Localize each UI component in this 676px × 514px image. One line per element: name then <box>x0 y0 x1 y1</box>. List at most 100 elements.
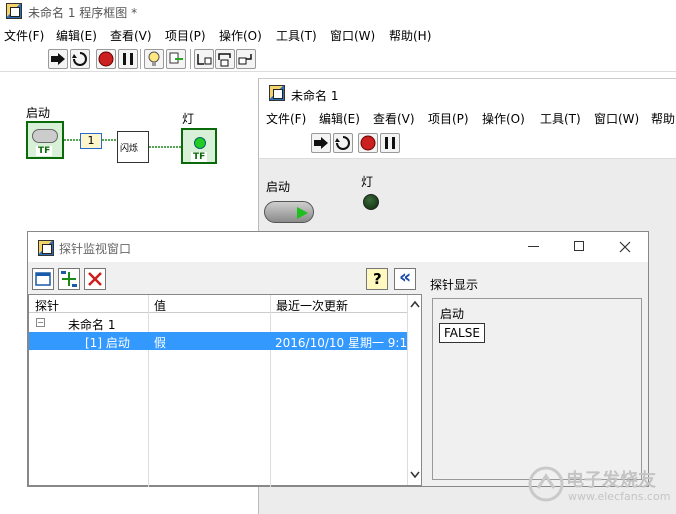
menu-help[interactable]: 帮助(H) <box>389 27 431 44</box>
start-control-label: 启动 <box>26 106 51 120</box>
lamp-terminal-type: TF <box>191 152 208 162</box>
watermark-url: www.elecfans.com <box>568 490 671 503</box>
help-icon: ? <box>373 270 382 288</box>
front-panel-menubar: 文件(F) 编辑(E) 查看(V) 项目(P) 操作(O) 工具(T) 窗口(W… <box>259 107 676 129</box>
run-button[interactable] <box>48 49 68 69</box>
lamp-label: 灯 <box>361 175 374 189</box>
watermark: 电子发烧友 www.elecfans.com <box>528 462 671 508</box>
highlight-execution-button[interactable] <box>144 49 164 69</box>
stop-icon <box>360 135 376 151</box>
step-out-icon <box>238 54 252 65</box>
start-control-terminal[interactable]: TF <box>26 121 64 159</box>
menu-help[interactable]: 帮助 <box>651 110 675 127</box>
numeric-constant[interactable]: 1 <box>80 133 102 149</box>
help-button[interactable]: ? <box>366 268 388 290</box>
boolean-wire-2 <box>149 146 183 148</box>
scroll-up-icon[interactable] <box>410 300 420 308</box>
menu-file[interactable]: 文件(F) <box>266 110 306 127</box>
run-arrow-icon <box>314 137 328 149</box>
run-button[interactable] <box>311 133 331 153</box>
labview-vi-icon <box>6 3 22 19</box>
probe-display-header: 探针显示 <box>430 278 479 292</box>
minimize-button[interactable] <box>528 246 539 247</box>
probe-name-cell: [1] 启动 <box>85 336 130 350</box>
menu-operate[interactable]: 操作(O) <box>482 110 525 127</box>
double-chevron-left-icon: « <box>399 266 412 288</box>
toolbar-separator <box>190 49 191 69</box>
tree-root-row[interactable]: − 未命名 1 <box>29 314 409 332</box>
probe-display-area: 启动 FALSE <box>432 298 642 480</box>
start-button-label: 启动 <box>266 180 291 194</box>
menu-project[interactable]: 项目(P) <box>428 110 469 127</box>
blink-function-node[interactable]: 闪烁 <box>117 131 149 163</box>
add-probe-button[interactable] <box>58 268 80 290</box>
retain-values-icon <box>169 52 183 64</box>
menu-window[interactable]: 窗口(W) <box>594 110 639 127</box>
vertical-scrollbar[interactable] <box>407 295 421 485</box>
probe-window-titlebar: 探针监视窗口 <box>28 232 648 262</box>
run-continuously-icon <box>72 52 87 66</box>
lightbulb-icon <box>148 51 160 66</box>
watermark-logo-icon <box>528 466 564 502</box>
menu-view[interactable]: 查看(V) <box>110 27 152 44</box>
menu-edit[interactable]: 编辑(E) <box>56 27 97 44</box>
start-terminal-type: TF <box>36 146 53 156</box>
menu-file[interactable]: 文件(F) <box>4 27 44 44</box>
collapse-panel-button[interactable]: « <box>394 266 416 290</box>
front-panel-titlebar: 未命名 1 <box>259 79 676 107</box>
scroll-down-icon[interactable] <box>410 471 420 479</box>
probe-updated-cell: 2016/10/10 星期一 9:1( <box>275 336 407 350</box>
pause-button[interactable] <box>380 133 400 153</box>
probe-window-title: 探针监视窗口 <box>59 242 132 256</box>
collapse-tree-icon[interactable]: − <box>36 318 45 327</box>
probe-value-cell: 假 <box>154 336 167 350</box>
run-continuously-button[interactable] <box>70 49 90 69</box>
start-toggle-button[interactable] <box>264 201 314 223</box>
menu-tools[interactable]: 工具(T) <box>540 110 581 127</box>
lamp-indicator-label: 灯 <box>182 112 195 126</box>
step-into-icon <box>197 54 212 65</box>
probe-list[interactable]: 探针 值 最近一次更新 − 未命名 1 [1] 启动 假 2016/10/10 … <box>28 294 422 487</box>
new-probe-window-button[interactable] <box>32 268 54 290</box>
abort-button[interactable] <box>358 133 378 153</box>
probe-display-value: FALSE <box>439 323 485 343</box>
probe-list-header: 探针 值 最近一次更新 <box>29 295 409 313</box>
delete-x-icon <box>88 272 102 286</box>
labview-vi-icon <box>38 240 54 256</box>
run-continuously-icon <box>335 136 350 150</box>
run-continuously-button[interactable] <box>333 133 353 153</box>
retain-wire-values-button[interactable] <box>166 49 186 69</box>
close-icon[interactable] <box>619 241 631 253</box>
column-header-probe[interactable]: 探针 <box>35 297 59 314</box>
probe-display-panel: 探针显示 启动 FALSE <box>426 268 648 486</box>
step-into-button[interactable] <box>194 49 214 69</box>
maximize-button[interactable] <box>574 241 584 251</box>
menu-project[interactable]: 项目(P) <box>165 27 206 44</box>
menu-view[interactable]: 查看(V) <box>373 110 415 127</box>
labview-vi-icon <box>269 85 285 101</box>
numeric-wire <box>102 139 118 141</box>
lamp-indicator-terminal[interactable]: TF <box>181 128 217 164</box>
table-row[interactable]: [1] 启动 假 2016/10/10 星期一 9:1( <box>29 332 409 350</box>
green-arrow-icon <box>297 207 308 219</box>
probe-toolbar: ? « <box>28 266 422 292</box>
run-arrow-icon <box>51 53 65 65</box>
list-add-icon <box>61 271 77 287</box>
menu-window[interactable]: 窗口(W) <box>330 27 375 44</box>
menu-operate[interactable]: 操作(O) <box>219 27 262 44</box>
pause-button[interactable] <box>118 49 138 69</box>
blink-function-label: 闪烁 <box>120 144 139 154</box>
column-header-value[interactable]: 值 <box>154 297 166 314</box>
delete-probe-button[interactable] <box>84 268 106 290</box>
step-over-button[interactable] <box>215 49 235 69</box>
toggle-switch-icon <box>32 129 58 143</box>
abort-button[interactable] <box>96 49 116 69</box>
diagram-window-title: 未命名 1 程序框图 * <box>28 6 138 20</box>
column-header-last-update[interactable]: 最近一次更新 <box>276 297 348 314</box>
front-panel-title: 未命名 1 <box>291 89 339 103</box>
diagram-menubar: 文件(F) 编辑(E) 查看(V) 项目(P) 操作(O) 工具(T) 窗口(W… <box>0 24 676 44</box>
menu-edit[interactable]: 编辑(E) <box>319 110 360 127</box>
lamp-led <box>363 194 379 210</box>
menu-tools[interactable]: 工具(T) <box>276 27 317 44</box>
step-out-button[interactable] <box>236 49 256 69</box>
